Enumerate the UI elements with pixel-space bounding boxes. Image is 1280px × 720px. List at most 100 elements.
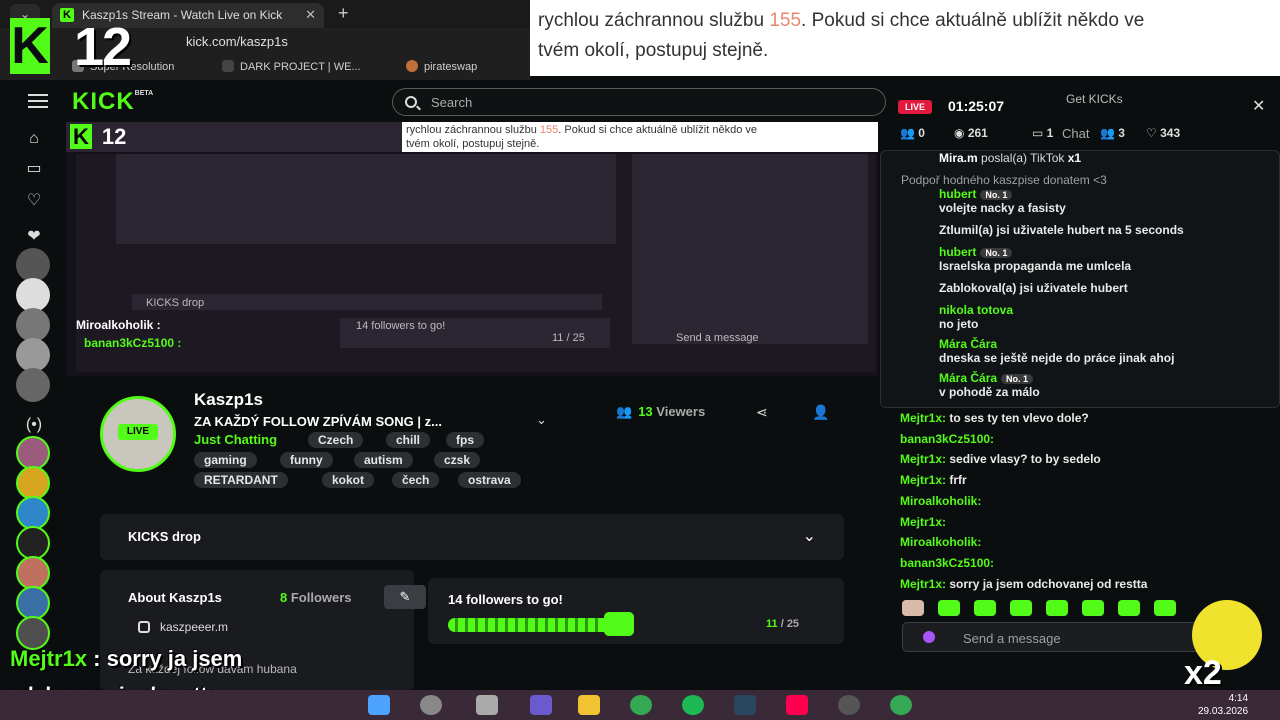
multiplier-label: x2: [1184, 654, 1222, 692]
captured-caption-user: Miroalkoholik :: [76, 318, 161, 332]
obs-icon[interactable]: [838, 695, 860, 715]
bookmark-dark-project[interactable]: DARK PROJECT | WE...: [222, 60, 361, 73]
activity-item: Zablokoval(a) jsi uživatele hubert: [939, 281, 1128, 295]
share-icon[interactable]: ⋖: [756, 404, 768, 421]
live-channel-avatar[interactable]: [16, 616, 50, 650]
activity-item: no jeto: [939, 317, 979, 331]
edit-icon[interactable]: ✎: [384, 585, 426, 609]
tag-funny[interactable]: funny: [280, 452, 333, 468]
emote-picker-icon[interactable]: [923, 631, 935, 643]
chrome-profile-icon[interactable]: [890, 695, 912, 715]
search-icon: [405, 96, 417, 108]
chat-panel: LIVE 01:25:07 Get KICKs ✕ 👥 0 ◉ 261 ▭ 1 …: [880, 80, 1280, 690]
windows-taskbar: 4:14 29.03.2026: [0, 690, 1280, 720]
emote-icon[interactable]: [1154, 600, 1176, 616]
followers-count: 8 Followers: [280, 590, 352, 605]
kicks-drop-label: KICKS drop: [128, 529, 201, 544]
emote-icon[interactable]: [1010, 600, 1032, 616]
menu-icon[interactable]: [28, 94, 48, 108]
tag-ostrava[interactable]: ostrava: [458, 472, 521, 488]
video-player[interactable]: K 12 rychlou záchrannou službu 155. Pokud…: [66, 122, 878, 376]
live-channel-avatar[interactable]: [16, 436, 50, 470]
search-icon[interactable]: [420, 695, 442, 715]
url-text[interactable]: kick.com/kaszp1s: [186, 34, 288, 49]
favorites-icon[interactable]: ❤: [24, 228, 44, 246]
instagram-icon: [138, 621, 150, 633]
tiktok-icon[interactable]: [786, 695, 808, 715]
emote-icon[interactable]: [1082, 600, 1104, 616]
start-icon[interactable]: [368, 695, 390, 715]
tag-kokot[interactable]: kokot: [322, 472, 375, 488]
channel-name[interactable]: Kaszp1s: [194, 390, 263, 410]
chat-header: Chat: [1062, 126, 1090, 141]
tag-czech[interactable]: Czech: [308, 432, 364, 448]
followed-channel-avatar[interactable]: [16, 368, 50, 402]
home-icon[interactable]: ⌂: [24, 130, 44, 148]
spotify-icon[interactable]: [682, 695, 704, 715]
emote-icon[interactable]: [1046, 600, 1068, 616]
stat-users: 👥 3: [1100, 126, 1125, 140]
teams-icon[interactable]: [530, 695, 552, 715]
activity-item: dneska se ještě nejde do práce jinak aho…: [939, 351, 1175, 365]
steam-icon[interactable]: [734, 695, 756, 715]
followed-channel-avatar[interactable]: [16, 338, 50, 372]
close-icon[interactable]: ✕: [1252, 96, 1265, 116]
live-channel-avatar[interactable]: [16, 586, 50, 620]
close-tab-icon[interactable]: ✕: [305, 7, 316, 23]
activity-item: hubert No. 1: [939, 245, 1016, 259]
emote-icon[interactable]: [1118, 600, 1140, 616]
task-view-icon[interactable]: [476, 695, 498, 715]
instagram-link[interactable]: kaszpeeer.m: [138, 620, 228, 634]
k12-overlay-logo: K 12: [10, 17, 132, 77]
activity-item: hubert No. 1: [939, 187, 1016, 201]
kicks-drop-panel[interactable]: KICKS drop ⌄: [100, 514, 844, 560]
live-channel-avatar[interactable]: [16, 466, 50, 500]
emote-icon[interactable]: [938, 600, 960, 616]
chevron-down-icon[interactable]: ⌄: [536, 412, 547, 428]
emote-icon[interactable]: [974, 600, 996, 616]
search-input[interactable]: Search: [392, 88, 886, 116]
live-badge: LIVE: [118, 424, 158, 440]
following-icon[interactable]: ♡: [24, 192, 44, 210]
activity-item: Israelska propaganda me umlcela: [939, 259, 1132, 273]
activity-item: nikola totova: [939, 303, 1014, 317]
followed-channel-avatar[interactable]: [16, 308, 50, 342]
chat-input[interactable]: Send a message: [902, 622, 1202, 652]
follow-user-icon[interactable]: 👤: [812, 404, 829, 421]
chat-message: Miroalkoholik:: [900, 494, 982, 508]
activity-item: Mára Čára: [939, 337, 998, 351]
screen: ⌄ K Kaszp1s Stream - Watch Live on Kick …: [0, 0, 1280, 720]
live-broadcast-icon[interactable]: (•): [24, 416, 44, 434]
bookmark-pirateswap[interactable]: pirateswap: [406, 60, 477, 73]
tag-fps[interactable]: fps: [446, 432, 484, 448]
captured-send-placeholder: Send a message: [676, 332, 759, 344]
tag-autism[interactable]: autism: [354, 452, 413, 468]
tag-czsk[interactable]: czsk: [434, 452, 481, 468]
live-channel-avatar[interactable]: [16, 556, 50, 590]
followed-channel-avatar[interactable]: [16, 278, 50, 312]
captured-caption-user2: banan3kCz5100 :: [84, 336, 182, 350]
stream-timer: 01:25:07: [948, 98, 1005, 114]
chrome-icon[interactable]: [630, 695, 652, 715]
file-explorer-icon[interactable]: [578, 695, 600, 715]
chat-message: banan3kCz5100:: [900, 432, 995, 446]
stream-category[interactable]: Just Chatting: [194, 432, 277, 447]
followed-channel-avatar[interactable]: [16, 248, 50, 282]
kick-logo[interactable]: KICKBETA: [72, 88, 153, 116]
emote-icon[interactable]: [902, 600, 924, 616]
get-kicks-button[interactable]: Get KICKs: [1066, 92, 1123, 106]
tag-gaming[interactable]: gaming: [194, 452, 257, 468]
goal-emote-icon: [604, 612, 634, 636]
browse-icon[interactable]: ▭: [24, 160, 44, 178]
activity-item: Mára Čára No. 1: [939, 371, 1037, 385]
goal-title: 14 followers to go!: [448, 592, 563, 607]
tag-chill[interactable]: chill: [386, 432, 431, 448]
tag-retardant[interactable]: RETARDANT: [194, 472, 288, 488]
chevron-down-icon[interactable]: ⌄: [803, 526, 816, 546]
tag-cech[interactable]: čech: [392, 472, 440, 488]
live-channel-avatar[interactable]: [16, 496, 50, 530]
emergency-number: 155: [769, 10, 802, 31]
live-channel-avatar[interactable]: [16, 526, 50, 560]
new-tab-button[interactable]: +: [338, 3, 349, 24]
captured-k12-logo: K 12: [70, 124, 126, 150]
